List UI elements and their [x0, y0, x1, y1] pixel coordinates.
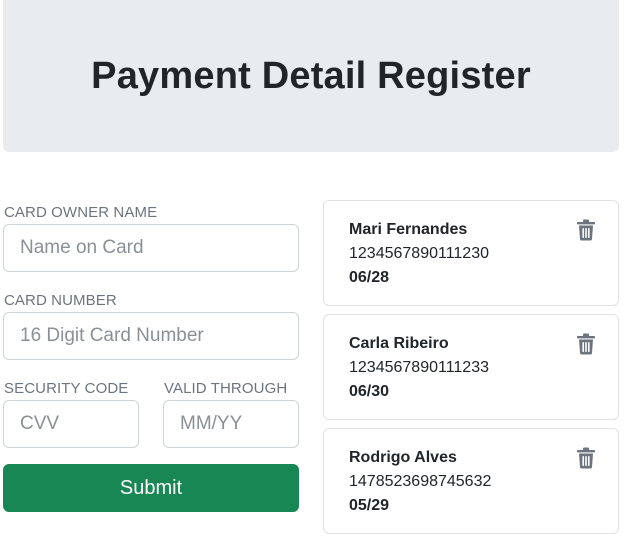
valid-through-input[interactable]: [163, 400, 299, 448]
payment-card: Carla Ribeiro 1234567890111233 06/30: [323, 314, 619, 420]
card-number: 1234567890111230: [349, 245, 489, 262]
page-title: Payment Detail Register: [91, 54, 531, 97]
card-owner-name: Rodrigo Alves: [349, 449, 457, 466]
card-number: 1234567890111233: [349, 359, 489, 376]
card-owner-label: CARD OWNER NAME: [4, 204, 158, 221]
valid-through-label: VALID THROUGH: [164, 380, 288, 397]
card-owner-name: Carla Ribeiro: [349, 335, 449, 352]
card-number-input[interactable]: [3, 312, 299, 360]
payment-card: Mari Fernandes 1234567890111230 06/28: [323, 200, 619, 306]
card-expiry: 06/30: [349, 383, 390, 400]
security-code-input[interactable]: [3, 400, 139, 448]
submit-button[interactable]: Submit: [3, 464, 299, 512]
security-code-label: SECURITY CODE: [4, 380, 129, 397]
card-number: 1478523698745632: [349, 473, 492, 490]
page-header: Payment Detail Register: [3, 0, 619, 152]
card-owner-name: Mari Fernandes: [349, 221, 468, 238]
card-owner-input[interactable]: [3, 224, 299, 272]
payment-card: Rodrigo Alves 1478523698745632 05/29: [323, 428, 619, 534]
card-expiry: 06/28: [349, 269, 390, 286]
card-number-label: CARD NUMBER: [4, 292, 117, 309]
card-expiry: 05/29: [349, 497, 390, 514]
trash-icon[interactable]: [576, 219, 596, 241]
trash-icon[interactable]: [576, 447, 596, 469]
trash-icon[interactable]: [576, 333, 596, 355]
